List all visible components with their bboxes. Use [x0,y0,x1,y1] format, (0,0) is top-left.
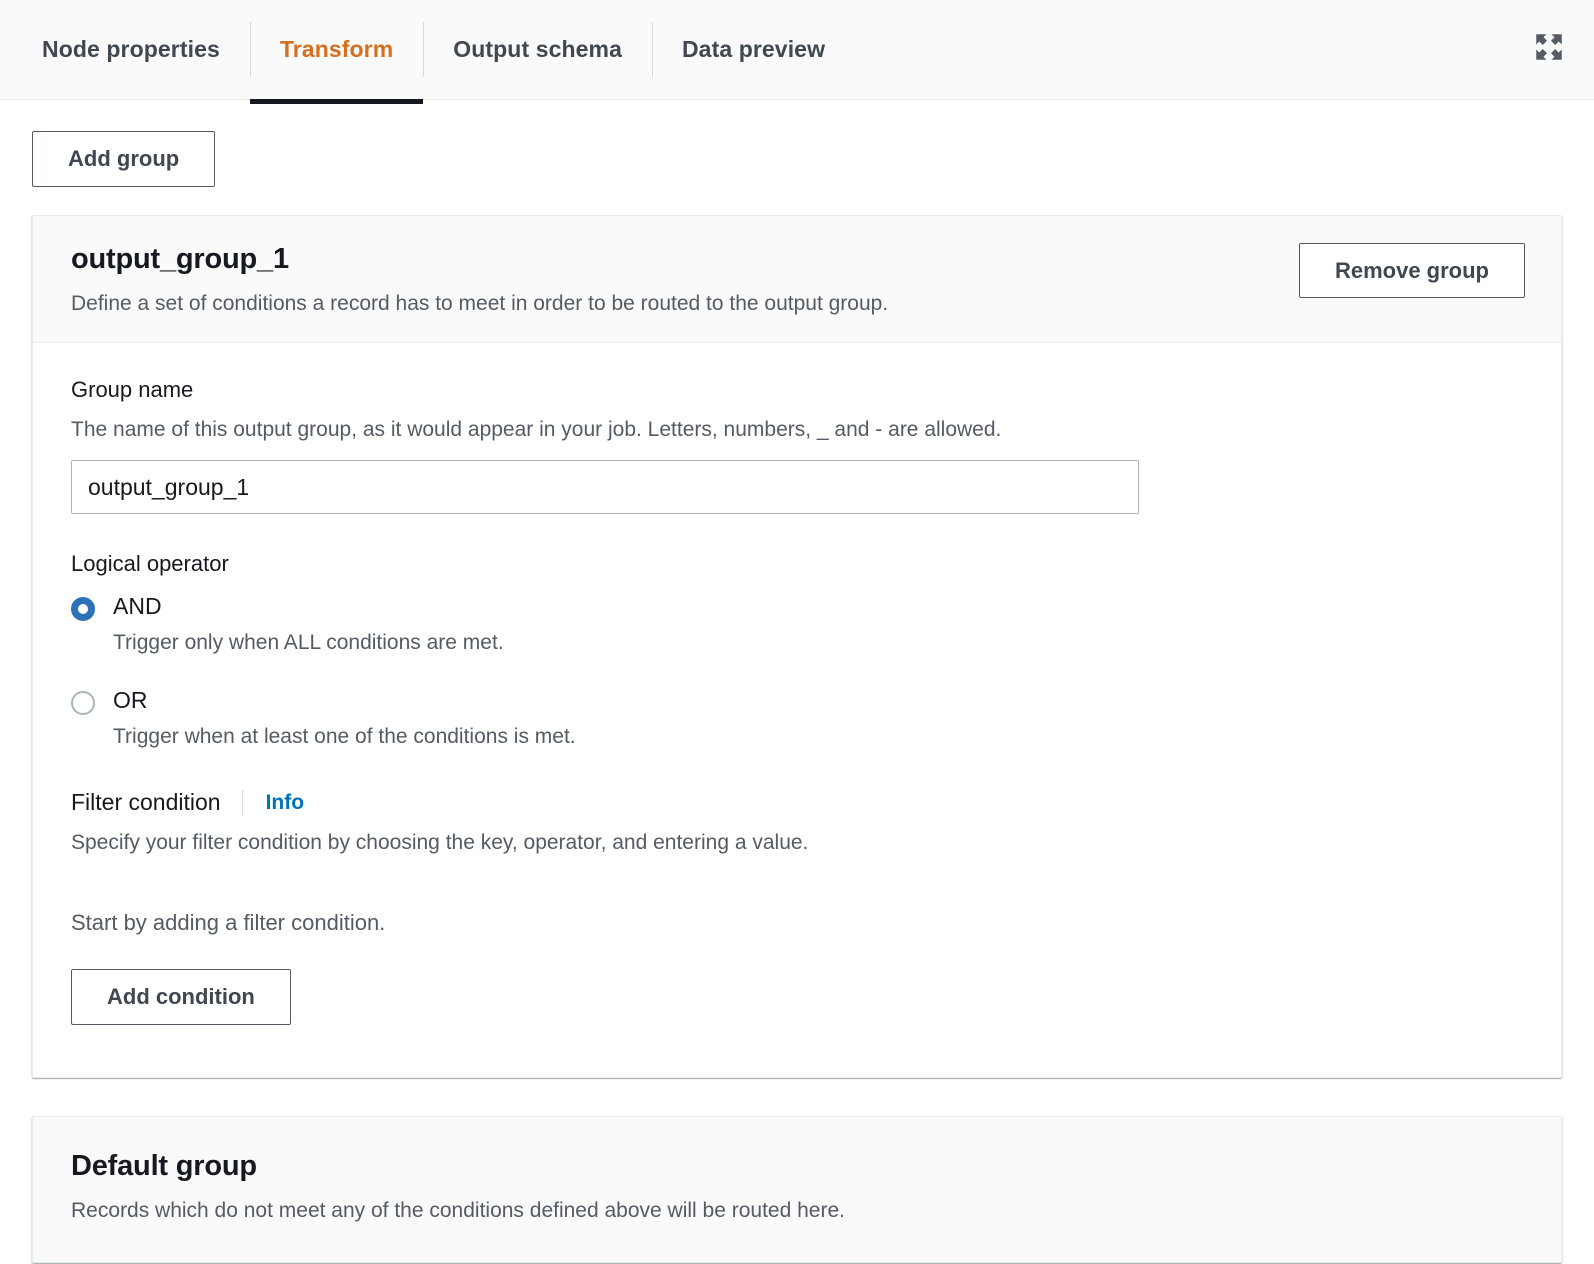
transform-panel: Node properties Transform Output schema … [0,0,1594,1264]
tab-node-properties[interactable]: Node properties [12,0,250,99]
filter-condition-empty-hint: Start by adding a filter condition. [71,909,1523,938]
output-group-heading-block: output_group_1 Define a set of condition… [71,243,888,318]
info-divider [242,790,243,816]
add-group-button[interactable]: Add group [32,131,215,187]
filter-condition-info-link[interactable]: Info [266,791,304,815]
tab-label: Output schema [453,36,622,63]
tab-output-schema[interactable]: Output schema [423,0,652,99]
radio-option-and[interactable]: AND Trigger only when ALL conditions are… [71,593,1523,657]
radio-or-indicator[interactable] [71,691,95,715]
output-group-card-header: output_group_1 Define a set of condition… [33,216,1561,344]
expand-panel-button[interactable] [1532,0,1594,99]
add-condition-button[interactable]: Add condition [71,969,291,1025]
output-group-card-body: Group name The name of this output group… [33,343,1561,1077]
radio-and-label: AND [113,593,162,619]
expand-arrows-icon [1532,30,1566,69]
filter-condition-description: Specify your filter condition by choosin… [71,829,1523,856]
default-group-description: Records which do not meet any of the con… [71,1197,1523,1224]
add-condition-row: Add condition [71,969,1523,1025]
tab-label: Node properties [42,36,220,63]
radio-and-text: AND Trigger only when ALL conditions are… [113,593,1523,657]
radio-or-text: OR Trigger when at least one of the cond… [113,687,1523,751]
radio-spacer [71,657,1523,673]
tab-list: Node properties Transform Output schema … [0,0,855,99]
radio-and-indicator[interactable] [71,597,95,621]
panel-content: Add group output_group_1 Define a set of… [0,100,1594,1263]
group-name-label: Group name [71,376,1523,405]
tab-bar: Node properties Transform Output schema … [0,0,1594,100]
radio-and-description: Trigger only when ALL conditions are met… [113,629,1523,656]
group-name-input[interactable] [71,460,1139,514]
tab-label: Data preview [682,36,825,63]
add-group-row: Add group [32,100,1562,187]
logical-operator-label: Logical operator [71,550,1523,579]
radio-option-or[interactable]: OR Trigger when at least one of the cond… [71,687,1523,751]
tab-label: Transform [280,36,393,63]
tab-transform[interactable]: Transform [250,0,423,99]
default-group-card: Default group Records which do not meet … [32,1116,1562,1264]
output-group-card: output_group_1 Define a set of condition… [32,215,1562,1078]
radio-or-description: Trigger when at least one of the conditi… [113,723,1523,750]
tab-data-preview[interactable]: Data preview [652,0,855,99]
group-name-description: The name of this output group, as it wou… [71,416,1523,443]
filter-condition-label: Filter condition [71,788,221,818]
default-group-title: Default group [71,1150,1523,1183]
remove-group-button[interactable]: Remove group [1299,243,1525,299]
output-group-title: output_group_1 [71,243,888,276]
output-group-subtitle: Define a set of conditions a record has … [71,290,888,317]
filter-condition-header: Filter condition Info [71,788,1523,818]
radio-or-label: OR [113,687,148,713]
